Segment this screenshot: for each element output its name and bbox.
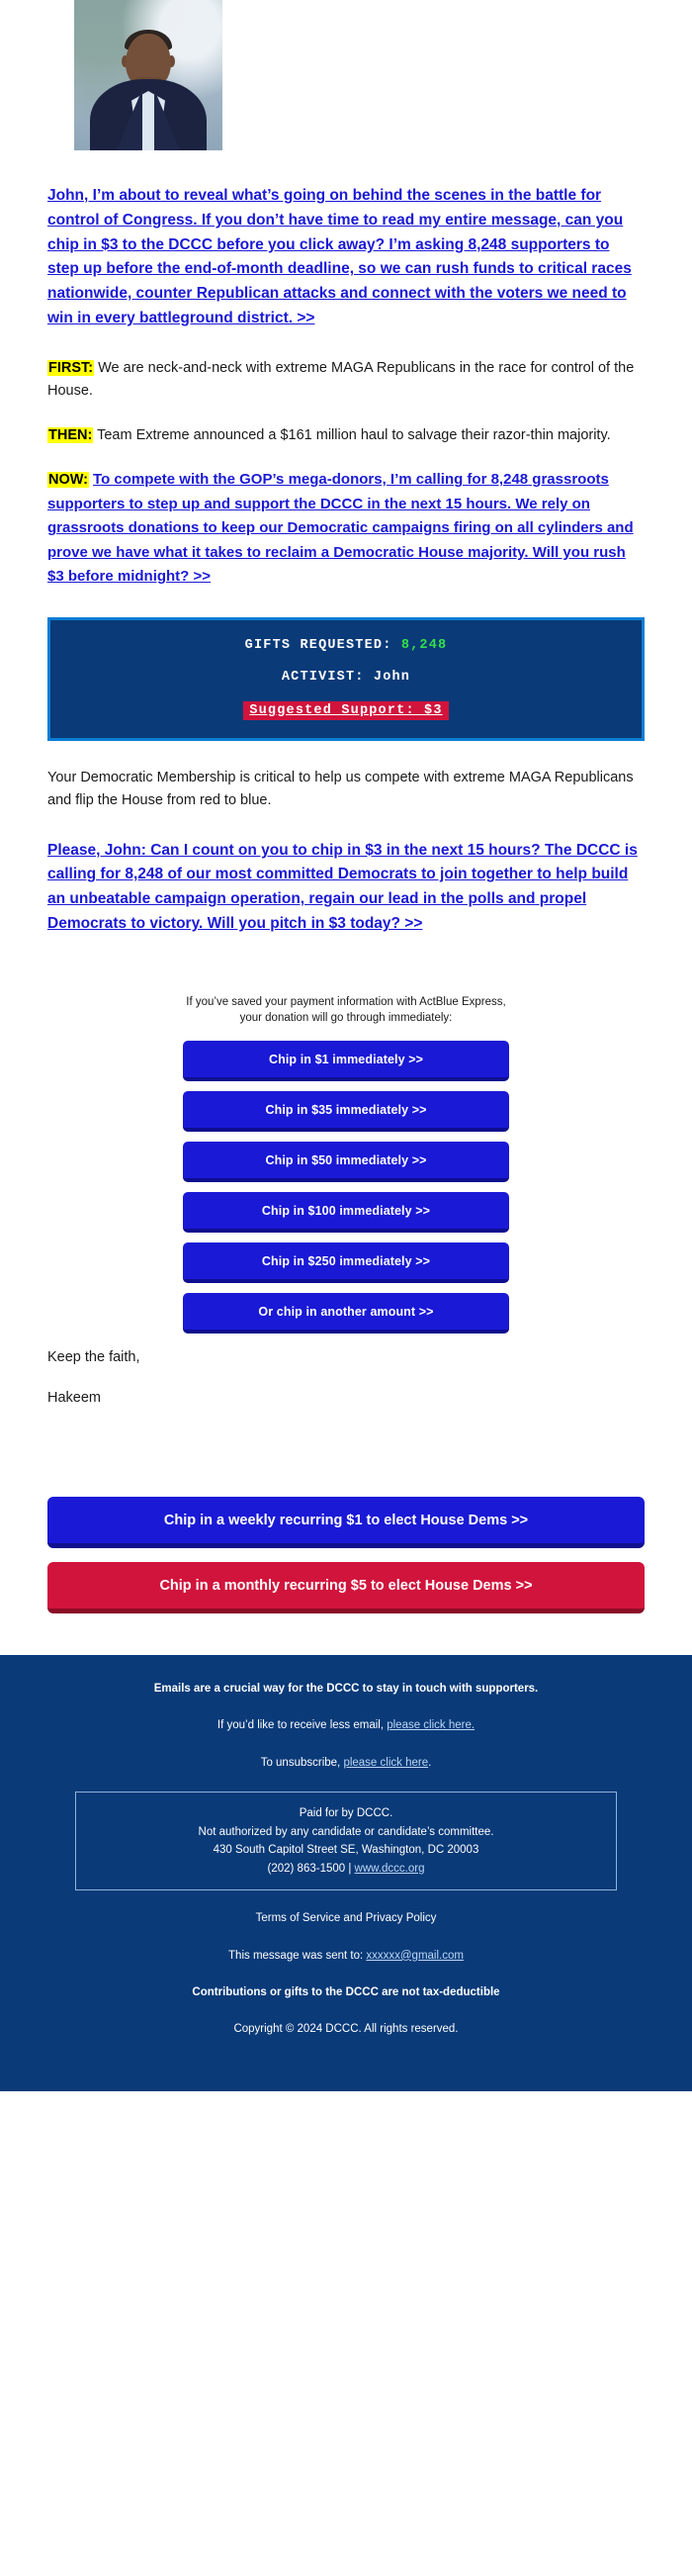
secondary-content: Your Democratic Membership is critical t… (0, 767, 692, 937)
express-note-line1: If you’ve saved your payment information… (186, 995, 506, 1008)
activist-value: John (373, 669, 411, 685)
activist-row: ACTIVIST: John (60, 670, 632, 685)
first-text: We are neck-and-neck with extreme MAGA R… (47, 359, 635, 400)
actblue-express-note: If you’ve saved your payment information… (0, 994, 692, 1027)
paid-for-line-2: Not authorized by any candidate or candi… (198, 1825, 494, 1838)
email-body: John, I’m about to reveal what’s going o… (0, 0, 692, 2092)
paid-for-line-1: Paid for by DCCC. (299, 1806, 393, 1819)
footer-line-3: To unsubscribe, please click here. (40, 1755, 652, 1772)
dccc-phone: (202) 863-1500 | (267, 1862, 355, 1875)
donation-button-column: Chip in $1 immediately >> Chip in $35 im… (183, 1041, 509, 1334)
sent-to-text: This message was sent to: (228, 1949, 367, 1962)
now-paragraph: NOW: To compete with the GOP’s mega-dono… (47, 468, 645, 589)
recurring-donation-block: Chip in a weekly recurring $1 to elect H… (0, 1497, 692, 1614)
then-label: THEN: (47, 426, 94, 443)
recurring-weekly-button[interactable]: Chip in a weekly recurring $1 to elect H… (47, 1497, 645, 1549)
gift-stats-box: GIFTS REQUESTED: 8,248 ACTIVIST: John Su… (47, 616, 645, 741)
main-content: John, I’m about to reveal what’s going o… (0, 184, 692, 590)
footer-line-2: If you’d like to receive less email, ple… (40, 1717, 652, 1734)
paid-for-by-box: Paid for by DCCC. Not authorized by any … (75, 1791, 617, 1891)
donate-button-50[interactable]: Chip in $50 immediately >> (183, 1142, 509, 1183)
footer-less-email-text: If you’d like to receive less email, (216, 1719, 388, 1732)
dccc-website-link[interactable]: www.dccc.org (355, 1863, 425, 1875)
footer-sent-to: This message was sent to: xxxxxx@gmail.c… (40, 1948, 652, 1965)
gift-stats-inner: GIFTS REQUESTED: 8,248 ACTIVIST: John Su… (50, 619, 642, 738)
activist-label: ACTIVIST: (281, 669, 365, 685)
donate-button-1[interactable]: Chip in $1 immediately >> (183, 1041, 509, 1082)
then-paragraph: THEN: Team Extreme announced a $161 mill… (47, 424, 645, 447)
now-paragraph-link[interactable]: To compete with the GOP’s mega-donors, I… (47, 471, 634, 585)
footer-less-email-link[interactable]: please click here. (387, 1719, 475, 1731)
recurring-monthly-button[interactable]: Chip in a monthly recurring $5 to elect … (47, 1562, 645, 1614)
footer-tax-note: Contributions or gifts to the DCCC are n… (192, 1985, 500, 1998)
donate-button-250[interactable]: Chip in $250 immediately >> (183, 1242, 509, 1284)
footer-copyright: Copyright © 2024 DCCC. All rights reserv… (233, 2023, 459, 2036)
footer-unsubscribe-link[interactable]: please click here (343, 1757, 428, 1769)
gifts-requested-value: 8,248 (400, 637, 448, 653)
footer-line-1: Emails are a crucial way for the DCCC to… (153, 1683, 539, 1696)
gifts-requested-row: GIFTS REQUESTED: 8,248 (60, 638, 632, 653)
signoff-line-2: Hakeem (47, 1390, 101, 1407)
email-footer: Emails are a crucial way for the DCCC to… (0, 1655, 692, 2092)
suggested-support-value: Suggested Support: $3 (243, 700, 449, 720)
footer-terms[interactable]: Terms of Service and Privacy Policy (40, 1910, 652, 1927)
donate-button-35[interactable]: Chip in $35 immediately >> (183, 1091, 509, 1133)
then-text: Team Extreme announced a $161 million ha… (93, 426, 611, 443)
sent-to-email-link[interactable]: xxxxxx@gmail.com (366, 1950, 464, 1962)
ask-paragraph-link[interactable]: Please, John: Can I count on you to chip… (47, 839, 645, 937)
donate-button-100[interactable]: Chip in $100 immediately >> (183, 1192, 509, 1234)
footer-unsubscribe-text: To unsubscribe, (260, 1756, 344, 1769)
sender-portrait-image (74, 0, 222, 150)
lead-paragraph-link[interactable]: John, I’m about to reveal what’s going o… (47, 184, 645, 331)
paid-for-line-3: 430 South Capitol Street SE, Washington,… (213, 1844, 479, 1857)
donation-block: If you’ve saved your payment information… (0, 963, 692, 1349)
signoff-block: Keep the faith, Hakeem (0, 1349, 692, 1406)
gifts-requested-label: GIFTS REQUESTED: (244, 637, 392, 653)
membership-paragraph: Your Democratic Membership is critical t… (47, 769, 634, 809)
donate-button-other[interactable]: Or chip in another amount >> (183, 1293, 509, 1334)
express-note-line2: your donation will go through immediatel… (239, 1012, 453, 1025)
hero-section (0, 0, 692, 150)
suggested-support-row: Suggested Support: $3 (60, 700, 632, 720)
signoff-line-1: Keep the faith, (47, 1349, 140, 1366)
paid-for-line-4: (202) 863-1500 | www.dccc.org (90, 1860, 602, 1879)
now-label: NOW: (47, 472, 90, 489)
first-paragraph: FIRST: We are neck-and-neck with extreme… (47, 357, 645, 404)
first-label: FIRST: (47, 359, 95, 376)
footer-unsubscribe-suffix: . (428, 1756, 432, 1769)
